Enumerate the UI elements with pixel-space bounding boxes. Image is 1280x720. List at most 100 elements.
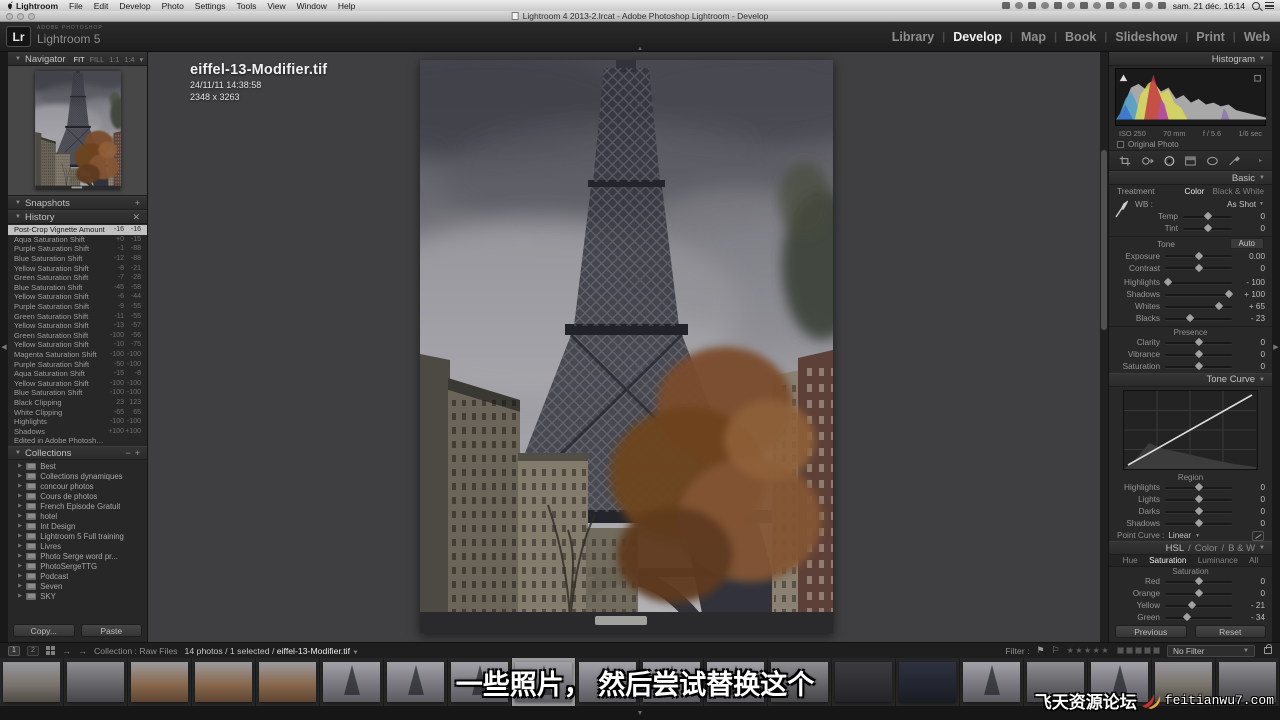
history-step[interactable]: Edited in Adobe Photoshop (21/12/... <box>8 436 147 446</box>
close-window-icon[interactable] <box>6 12 13 20</box>
collection-item[interactable]: ▶ Photo Serge word pr... <box>8 551 147 561</box>
history-header[interactable]: ▼ History ✕ <box>8 210 147 224</box>
menu-file[interactable]: File <box>69 1 83 11</box>
history-step[interactable]: Purple Saturation Shift -1 -88 <box>8 244 147 254</box>
hsl-tab-hue[interactable]: Hue <box>1123 556 1138 565</box>
collection-item[interactable]: ▶ Livres <box>8 541 147 551</box>
slider-track[interactable] <box>1165 301 1232 311</box>
navigator-header[interactable]: ▼ Navigator FIT FILL 1:1 1:4 ▾ <box>8 52 147 66</box>
star-rating-filter[interactable]: ★★★★★ <box>1067 646 1110 655</box>
slider-track[interactable] <box>1183 211 1232 221</box>
window-titlebar[interactable]: Lightroom 4 2013-2.lrcat - Adobe Photosh… <box>0 11 1280 22</box>
menubar-status-icon[interactable] <box>1118 2 1127 9</box>
collection-item[interactable]: ▶ hotel <box>8 511 147 521</box>
menubar-status-icon[interactable] <box>1144 2 1153 9</box>
history-step[interactable]: Green Saturation Shift -11 -55 <box>8 311 147 321</box>
history-step[interactable]: Magenta Saturation Shift -100 -100 <box>8 350 147 360</box>
menubar-status-icon[interactable] <box>1157 2 1166 9</box>
selection-status[interactable]: 14 photos / 1 selected / eiffel-13-Modif… <box>185 646 359 656</box>
history-step[interactable]: Shadows +100 +100 <box>8 426 147 436</box>
point-curve-row[interactable]: Point Curve : Linear ▼ <box>1109 530 1272 542</box>
filmstrip-thumbnail[interactable] <box>320 658 384 706</box>
slider-track[interactable] <box>1165 313 1232 323</box>
navigator-zoom-1-4[interactable]: 1:4 <box>124 55 134 64</box>
menu-lightroom[interactable]: Lightroom <box>16 1 58 11</box>
right-scrollbar-track[interactable] <box>1100 52 1108 642</box>
filmstrip-thumbnail[interactable] <box>384 658 448 706</box>
slider-thumb-icon[interactable] <box>1163 277 1172 287</box>
history-step[interactable]: Blue Saturation Shift -45 -58 <box>8 283 147 293</box>
history-step[interactable]: Blue Saturation Shift -12 -88 <box>8 254 147 264</box>
slider-track[interactable] <box>1165 482 1232 492</box>
expand-triangle-icon[interactable]: ▶ <box>18 543 22 549</box>
expand-triangle-icon[interactable]: ▶ <box>18 503 22 509</box>
flag-reject-icon[interactable]: ⚐ <box>1052 645 1060 656</box>
menubar-status-icon[interactable] <box>1027 2 1036 9</box>
paste-button[interactable]: Paste <box>80 624 142 637</box>
expand-triangle-icon[interactable]: ▶ <box>18 583 22 589</box>
menubar-status-icon[interactable] <box>1079 2 1088 9</box>
module-slideshow[interactable]: Slideshow <box>1115 30 1177 44</box>
menubar-status-icon[interactable] <box>1053 2 1062 9</box>
slider-track[interactable] <box>1165 613 1232 622</box>
menubar-clock[interactable]: sam. 21 déc. 16:14 <box>1173 1 1245 11</box>
original-photo-checkbox[interactable] <box>1117 141 1124 148</box>
slider-thumb-icon[interactable] <box>1194 589 1203 598</box>
left-panel-reveal-icon[interactable]: ◀ <box>0 52 8 642</box>
spotlight-icon[interactable] <box>1252 1 1260 10</box>
collection-item[interactable]: ▶ Cours de photos <box>8 491 147 501</box>
collection-item[interactable]: ▶ Lightroom 5 Full training <box>8 531 147 541</box>
previous-button[interactable]: Previous <box>1115 625 1187 638</box>
menu-settings[interactable]: Settings <box>195 1 226 11</box>
hsl-tab-saturation[interactable]: Saturation <box>1149 556 1186 565</box>
minimize-window-icon[interactable] <box>17 12 24 20</box>
snapshots-header[interactable]: ▼ Snapshots + <box>8 196 147 210</box>
reset-button[interactable]: Reset <box>1194 625 1266 638</box>
history-step[interactable]: Aqua Saturation Shift -15 -8 <box>8 369 147 379</box>
navigator-zoom-fill[interactable]: FILL <box>90 55 105 64</box>
menubar-status-icon[interactable] <box>1092 2 1101 9</box>
expand-triangle-icon[interactable]: ▶ <box>18 553 22 559</box>
expand-triangle-icon[interactable]: ▶ <box>18 523 22 529</box>
history-step[interactable]: Blue Saturation Shift -100 -100 <box>8 388 147 398</box>
apple-menu-icon[interactable] <box>6 1 14 10</box>
slider-thumb-icon[interactable] <box>1194 494 1203 504</box>
slider-thumb-icon[interactable] <box>1194 506 1203 516</box>
secondary-monitor-button[interactable]: 2 <box>27 645 39 656</box>
hsl-panel-header[interactable]: HSL / Color / B & W ▼ <box>1109 541 1272 556</box>
wb-row[interactable]: WB : As Shot ▼ <box>1127 197 1272 211</box>
filmstrip-thumbnail[interactable] <box>0 658 64 706</box>
collection-item[interactable]: ▶ Best <box>8 461 147 471</box>
crop-tool-icon[interactable] <box>1119 154 1132 168</box>
module-print[interactable]: Print <box>1196 30 1224 44</box>
notification-center-icon[interactable] <box>1265 2 1274 9</box>
previous-photo-icon[interactable]: → <box>62 646 71 656</box>
collection-item[interactable]: ▶ Podcast <box>8 571 147 581</box>
menu-help[interactable]: Help <box>338 1 355 11</box>
expand-triangle-icon[interactable]: ▶ <box>18 463 22 469</box>
slider-track[interactable] <box>1165 251 1232 260</box>
histogram[interactable] <box>1115 68 1266 126</box>
graduated-filter-tool-icon[interactable] <box>1184 154 1197 168</box>
slider-track[interactable] <box>1183 223 1232 233</box>
slider-track[interactable] <box>1165 577 1232 586</box>
slider-thumb-icon[interactable] <box>1203 223 1212 233</box>
spot-removal-tool-icon[interactable] <box>1141 154 1154 168</box>
module-map[interactable]: Map <box>1021 30 1046 44</box>
filmstrip-thumbnail[interactable] <box>896 658 960 706</box>
collection-item[interactable]: ▶ concour photos <box>8 481 147 491</box>
filmstrip-thumbnail[interactable] <box>128 658 192 706</box>
collection-item[interactable]: ▶ French Episode Gratuit <box>8 501 147 511</box>
bottom-panel-reveal-icon[interactable]: ▼ <box>637 710 644 717</box>
history-step[interactable]: Yellow Saturation Shift -6 -44 <box>8 292 147 302</box>
right-panel-reveal-icon[interactable]: ▶ <box>1272 52 1280 642</box>
expand-triangle-icon[interactable]: ▶ <box>18 593 22 599</box>
right-scrollbar-thumb[interactable] <box>1101 150 1107 330</box>
slider-thumb-icon[interactable] <box>1194 361 1203 371</box>
slider-thumb-icon[interactable] <box>1194 577 1203 586</box>
slider-track[interactable] <box>1165 601 1232 610</box>
collections-header[interactable]: ▼ Collections − + <box>8 446 147 460</box>
menubar-status-icon[interactable] <box>1040 2 1049 9</box>
edit-point-curve-icon[interactable] <box>1252 530 1264 541</box>
red-eye-tool-icon[interactable] <box>1163 154 1176 168</box>
